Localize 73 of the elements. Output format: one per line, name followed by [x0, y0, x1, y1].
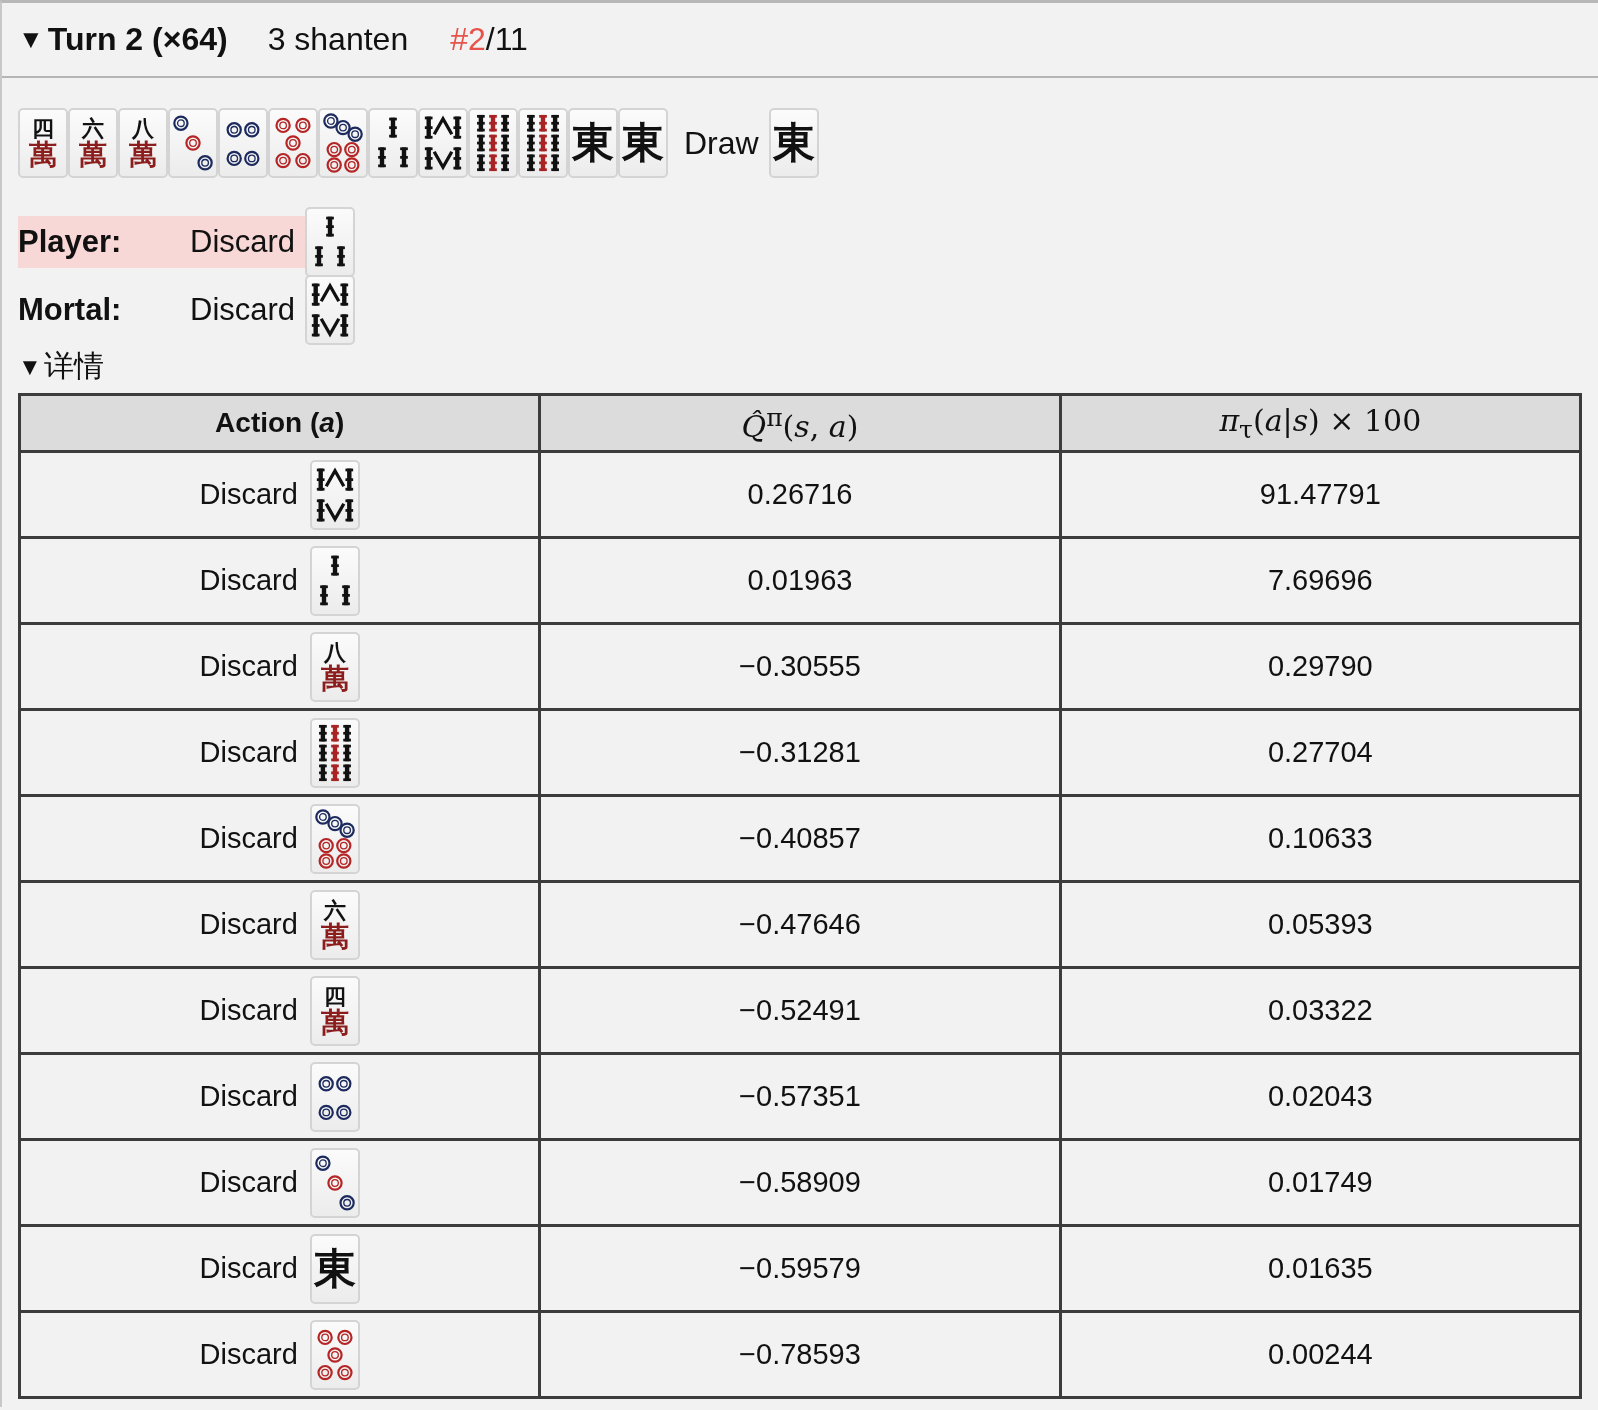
tile-numeral: 六 [323, 897, 346, 922]
action-text: Discard [199, 1080, 298, 1113]
mahjong-tile: 東 [568, 108, 618, 178]
table-cell: −0.40857 [539, 795, 1061, 882]
draw-label: Draw [684, 124, 759, 162]
action-text: Discard [199, 478, 298, 511]
action-text: Discard [190, 216, 306, 268]
tile-suit-character: 萬 [79, 140, 107, 170]
turn-title: Turn 2 (×64) [47, 21, 228, 58]
table-cell: 0.03322 [1060, 967, 1581, 1054]
table-cell: 91.47791 [1060, 451, 1581, 538]
table-cell: −0.58909 [539, 1139, 1061, 1226]
table-cell: −0.57351 [539, 1053, 1061, 1140]
mahjong-tile [309, 459, 360, 530]
tile-numeral: 八 [132, 116, 154, 140]
table-cell: −0.78593 [539, 1311, 1061, 1398]
mahjong-tile: 東 [618, 108, 668, 178]
tile-numeral: 八 [323, 639, 346, 664]
action-text: Discard [199, 1252, 298, 1285]
table-cell: 0.05393 [1060, 881, 1581, 968]
action-text: Discard [199, 650, 298, 683]
action-text: Discard [199, 1166, 298, 1199]
mahjong-tile: 東 [768, 108, 819, 178]
details-toggle[interactable]: ▼ [18, 352, 42, 381]
table-cell: 0.01963 [539, 537, 1061, 624]
tile-suit-character: 萬 [129, 140, 157, 170]
tile-numeral: 四 [323, 983, 346, 1008]
mahjong-tile [518, 108, 568, 178]
column-header: π$_{τ}$(a|s) × 100 [1060, 394, 1581, 452]
table-cell: 0.02043 [1060, 1053, 1581, 1140]
player-label: Player: [18, 216, 190, 268]
player-label: Mortal: [18, 291, 123, 329]
table-cell: 0.10633 [1060, 795, 1581, 882]
tile-suit-character: 萬 [320, 1007, 349, 1038]
table-cell: −0.47646 [539, 881, 1061, 968]
tile-numeral: 六 [82, 116, 104, 140]
table-cell: −0.59579 [539, 1225, 1061, 1312]
column-header: Q̂$^{π}$(s, a) [539, 394, 1061, 452]
table-cell: 0.00244 [1060, 1311, 1581, 1398]
mahjong-tile [309, 545, 360, 616]
tile-suit-character: 萬 [320, 921, 349, 952]
table-cell: −0.52491 [539, 967, 1061, 1054]
mahjong-tile [468, 108, 518, 178]
rank-number: #2 [450, 21, 486, 58]
table-cell: 7.69696 [1060, 537, 1581, 624]
details-title: 详情 [43, 348, 104, 384]
tile-suit-character: 萬 [29, 140, 57, 170]
collapse-toggle[interactable]: ▼ [18, 24, 44, 55]
table-cell: −0.31281 [539, 709, 1061, 796]
mahjong-tile [309, 717, 360, 788]
table-cell: 0.26716 [539, 451, 1061, 538]
mahjong-tile [418, 108, 468, 178]
column-header: Action (a) [19, 394, 540, 452]
tile-numeral: 四 [32, 116, 54, 140]
mahjong-tile: 東 [309, 1233, 360, 1304]
table-cell: −0.30555 [539, 623, 1061, 710]
action-text: Discard [199, 908, 298, 941]
action-text: Discard [199, 994, 298, 1027]
rank-total: /11 [485, 21, 528, 58]
mahjong-tile [305, 207, 356, 277]
mahjong-tile [305, 275, 356, 345]
table-cell: 0.27704 [1060, 709, 1581, 796]
action-text: Discard [199, 736, 298, 769]
table-cell: 0.01749 [1060, 1139, 1581, 1226]
tile-suit-character: 萬 [320, 663, 349, 694]
mahjong-tile [368, 108, 418, 178]
action-text: Discard [190, 291, 297, 329]
shanten-count: 3 shanten [267, 21, 409, 58]
table-cell: 0.01635 [1060, 1225, 1581, 1312]
action-text: Discard [199, 822, 298, 855]
action-text: Discard [199, 1338, 298, 1371]
action-text: Discard [199, 564, 298, 597]
table-cell: 0.29790 [1060, 623, 1581, 710]
